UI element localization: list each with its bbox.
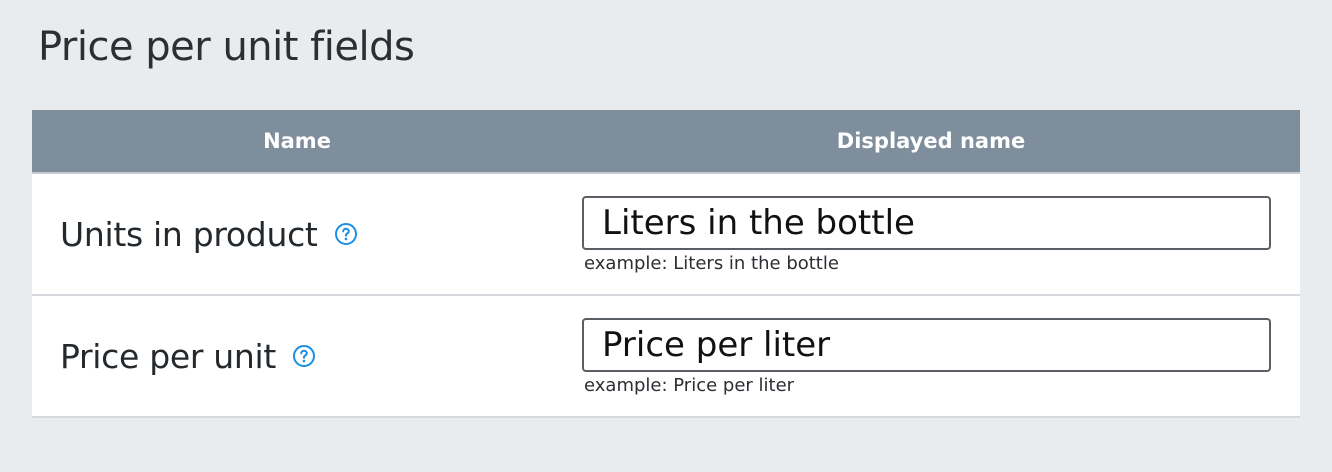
field-name-label: Units in product	[60, 214, 318, 254]
question-circle-icon[interactable]	[334, 222, 358, 246]
column-header-displayed-name: Displayed name	[562, 110, 1300, 174]
name-cell: Units in product	[32, 173, 562, 295]
name-cell: Price per unit	[32, 295, 562, 417]
displayed-name-input-price-per-unit[interactable]	[582, 318, 1271, 372]
displayed-name-cell-content: example: Liters in the bottle	[562, 194, 1300, 274]
table-header: Name Displayed name	[32, 110, 1300, 174]
name-cell-content: Price per unit	[32, 337, 562, 376]
table-row: Price per unit example: Price per liter	[32, 295, 1300, 417]
field-name-label: Price per unit	[60, 336, 277, 376]
question-circle-icon[interactable]	[292, 344, 316, 368]
example-hint: example: Liters in the bottle	[584, 253, 839, 274]
column-header-name: Name	[32, 110, 562, 174]
displayed-name-cell: example: Liters in the bottle	[562, 173, 1300, 295]
example-hint: example: Price per liter	[584, 375, 795, 396]
table-row: Units in product example: Liters in the …	[32, 173, 1300, 295]
page-title: Price per unit fields	[38, 24, 415, 70]
displayed-name-cell-content: example: Price per liter	[562, 316, 1300, 396]
table-header-row: Name Displayed name	[32, 110, 1300, 174]
table-body: Units in product example: Liters in the …	[32, 173, 1300, 417]
name-cell-content: Units in product	[32, 215, 562, 254]
price-per-unit-fields-table: Name Displayed name Units in product Lit…	[32, 110, 1300, 418]
displayed-name-input-units-in-product[interactable]	[582, 196, 1271, 250]
displayed-name-cell: example: Price per liter	[562, 295, 1300, 417]
